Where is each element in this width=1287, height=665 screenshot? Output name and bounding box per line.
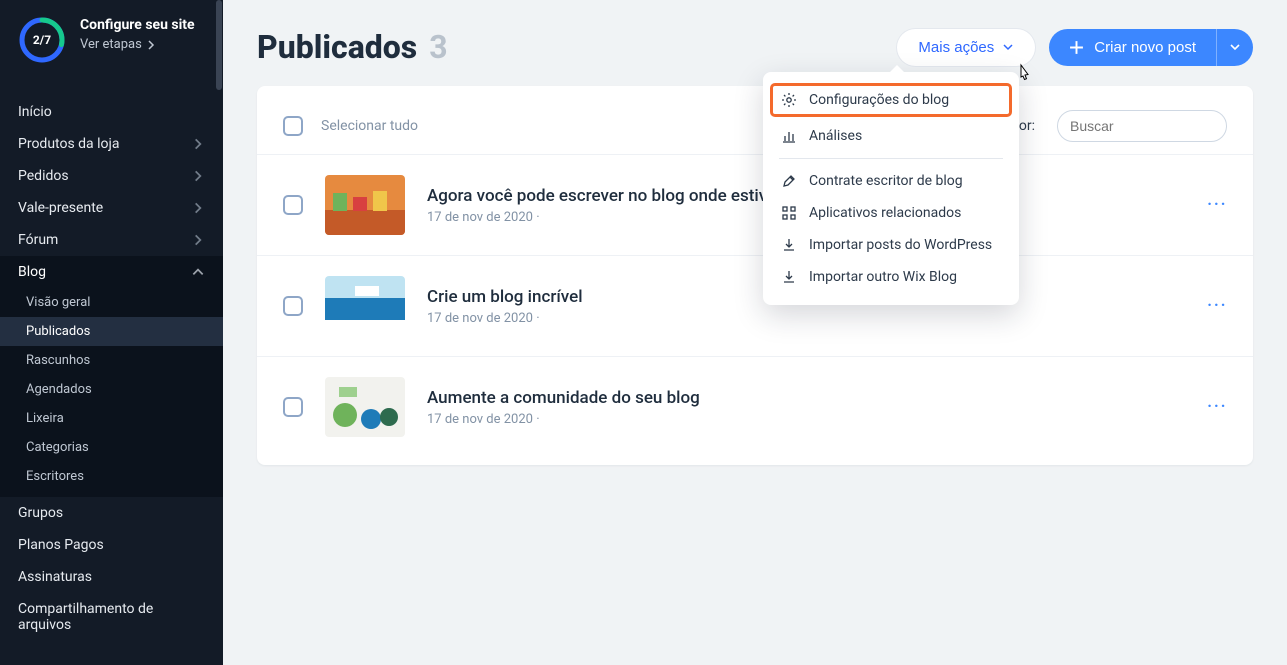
menu-blog-settings[interactable]: Configurações do blog <box>771 84 1011 116</box>
row-more-button[interactable]: ··· <box>1207 193 1227 218</box>
nav-compartilhamento[interactable]: Compartilhamento de arquivos <box>0 593 223 641</box>
create-post-label: Criar novo post <box>1094 39 1196 56</box>
nav-assinaturas[interactable]: Assinaturas <box>0 561 223 593</box>
sub-lixeira[interactable]: Lixeira <box>0 404 223 433</box>
sidebar-scrollbar[interactable] <box>215 0 223 665</box>
nav-inicio[interactable]: Início <box>0 96 223 128</box>
post-date: 17 de nov de 2020 <box>427 210 533 225</box>
nav-forum[interactable]: Fórum <box>0 224 223 256</box>
nav-blog[interactable]: Blog <box>0 256 223 288</box>
menu-label: Aplicativos relacionados <box>809 205 961 221</box>
sub-categorias[interactable]: Categorias <box>0 433 223 462</box>
menu-import-wordpress[interactable]: Importar posts do WordPress <box>763 229 1019 261</box>
post-row[interactable]: Aumente a comunidade do seu blog 17 de n… <box>257 356 1253 457</box>
create-post-button[interactable]: Criar novo post <box>1049 29 1216 66</box>
post-date: 17 de nov de 2020 <box>427 311 533 326</box>
chevron-down-icon <box>1002 41 1014 53</box>
create-post-split[interactable] <box>1216 29 1253 66</box>
row-checkbox[interactable] <box>283 397 303 417</box>
post-thumb <box>325 276 405 336</box>
nav-label: Início <box>18 104 52 120</box>
nav-label: Compartilhamento de arquivos <box>18 601 205 633</box>
row-checkbox[interactable] <box>283 195 303 215</box>
chevron-right-icon <box>191 233 205 247</box>
menu-separator <box>779 158 1003 159</box>
nav-label: Vale-presente <box>18 200 103 216</box>
nav-produtos[interactable]: Produtos da loja <box>0 128 223 160</box>
sub-rascunhos[interactable]: Rascunhos <box>0 346 223 375</box>
menu-label: Importar posts do WordPress <box>809 237 992 253</box>
chevron-right-icon <box>191 201 205 215</box>
post-thumb <box>325 377 405 437</box>
sub-escritores[interactable]: Escritores <box>0 462 223 491</box>
posts-toolbar: Selecionar tudo Filtrar por: <box>257 94 1253 154</box>
more-actions-menu: Configurações do blog Análises Contrate … <box>763 72 1019 305</box>
chevron-right-icon <box>146 40 156 50</box>
page-title-text: Publicados <box>257 28 417 66</box>
menu-import-wix[interactable]: Importar outro Wix Blog <box>763 261 1019 293</box>
nav-vale-presente[interactable]: Vale-presente <box>0 192 223 224</box>
bar-chart-icon <box>781 128 797 144</box>
nav-planos-pagos[interactable]: Planos Pagos <box>0 529 223 561</box>
sidebar: 2/7 Configure seu site Ver etapas Início… <box>0 0 223 665</box>
select-all-checkbox[interactable] <box>283 116 303 136</box>
gear-icon <box>781 92 797 108</box>
progress-ring: 2/7 <box>18 16 66 64</box>
chevron-up-icon <box>191 265 205 279</box>
more-actions-label: Mais ações <box>918 39 994 56</box>
post-thumb <box>325 175 405 235</box>
sub-visao-geral[interactable]: Visão geral <box>0 288 223 317</box>
pen-icon <box>781 173 797 189</box>
menu-label: Importar outro Wix Blog <box>809 269 957 285</box>
sub-publicados[interactable]: Publicados <box>0 317 223 346</box>
apps-icon <box>781 205 797 221</box>
chevron-down-icon <box>1229 41 1241 53</box>
main: Publicados 3 Mais ações Criar novo post <box>223 0 1287 665</box>
download-icon <box>781 237 797 253</box>
row-more-button[interactable]: ··· <box>1207 294 1227 319</box>
search-input[interactable] <box>1057 110 1227 142</box>
post-row[interactable]: Agora você pode escrever no blog onde es… <box>257 154 1253 255</box>
scrollbar-thumb[interactable] <box>216 0 222 90</box>
row-more-button[interactable]: ··· <box>1207 395 1227 420</box>
row-checkbox[interactable] <box>283 296 303 316</box>
plus-icon <box>1069 40 1084 55</box>
nav-label: Blog <box>18 264 46 280</box>
download-icon <box>781 269 797 285</box>
post-title: Aumente a comunidade do seu blog <box>427 388 1185 408</box>
progress-text: 2/7 <box>18 16 66 64</box>
nav-label: Assinaturas <box>18 569 92 585</box>
more-actions-button[interactable]: Mais ações <box>897 29 1035 66</box>
menu-analytics[interactable]: Análises <box>763 120 1019 152</box>
menu-related-apps[interactable]: Aplicativos relacionados <box>763 197 1019 229</box>
nav-pedidos[interactable]: Pedidos <box>0 160 223 192</box>
onboarding-link-label: Ver etapas <box>80 37 142 52</box>
nav-blog-sub: Visão geral Publicados Rascunhos Agendad… <box>0 288 223 497</box>
menu-hire-writer[interactable]: Contrate escritor de blog <box>763 165 1019 197</box>
menu-label: Análises <box>809 128 862 144</box>
nav-label: Grupos <box>18 505 63 521</box>
post-date: 17 de nov de 2020 <box>427 412 533 427</box>
nav-grupos[interactable]: Grupos <box>0 497 223 529</box>
post-row[interactable]: Crie um blog incrível 17 de nov de 2020 … <box>257 255 1253 356</box>
chevron-right-icon <box>191 169 205 183</box>
page-title: Publicados 3 <box>257 28 448 66</box>
header-actions: Mais ações Criar novo post <box>897 29 1253 66</box>
onboarding-title: Configure seu site <box>80 16 195 34</box>
sub-agendados[interactable]: Agendados <box>0 375 223 404</box>
search-field[interactable] <box>1057 110 1227 142</box>
page-count: 3 <box>429 28 447 66</box>
onboarding-link[interactable]: Ver etapas <box>80 37 195 52</box>
nav-label: Produtos da loja <box>18 136 120 152</box>
chevron-right-icon <box>191 137 205 151</box>
nav-label: Fórum <box>18 232 58 248</box>
select-all-label: Selecionar tudo <box>321 118 418 134</box>
nav-label: Planos Pagos <box>18 537 104 553</box>
nav: Início Produtos da loja Pedidos Vale-pre… <box>0 84 223 641</box>
posts-card: Selecionar tudo Filtrar por: Agora você <box>257 86 1253 465</box>
menu-label: Contrate escritor de blog <box>809 173 963 189</box>
onboarding-card[interactable]: 2/7 Configure seu site Ver etapas <box>0 0 223 84</box>
menu-label: Configurações do blog <box>809 92 949 108</box>
nav-label: Pedidos <box>18 168 69 184</box>
